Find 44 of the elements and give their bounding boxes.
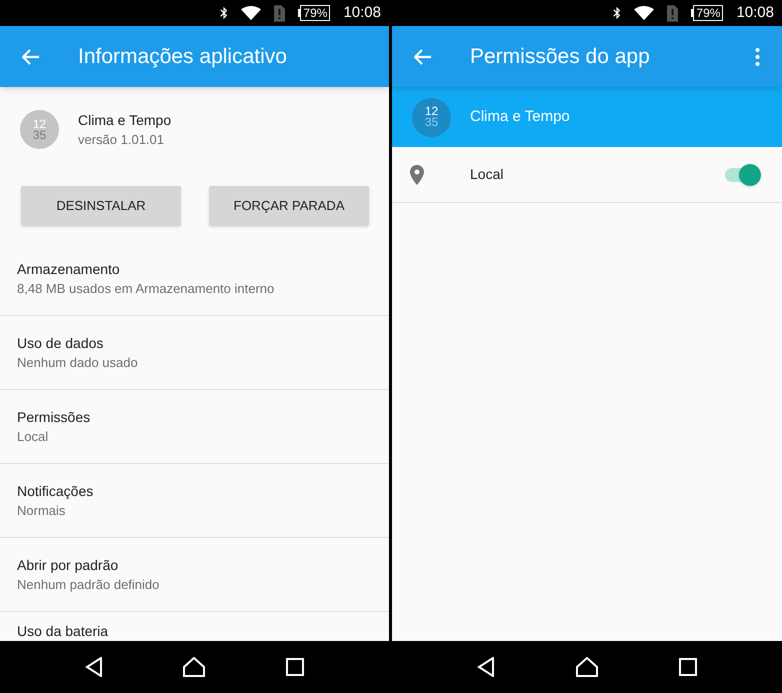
home-icon[interactable] (183, 657, 206, 677)
setting-subtitle: Local (17, 428, 48, 446)
setting-title[interactable]: Uso da bateria (17, 622, 108, 641)
setting-title[interactable]: Permissões (17, 408, 90, 426)
app-icon: 12 35 (412, 98, 451, 136)
wifi-icon (241, 6, 262, 20)
app-version: versão 1.01.01 (78, 130, 166, 148)
sim-card-icon (667, 4, 678, 22)
battery-tip-icon (691, 9, 694, 17)
permission-switch[interactable] (725, 164, 761, 186)
app-icon: 12 35 (20, 110, 59, 149)
battery-tip-icon (298, 9, 300, 17)
more-options-icon[interactable] (755, 48, 760, 66)
action-button[interactable]: DESINSTALAR (21, 186, 181, 226)
screen-title: Informações aplicativo (78, 44, 288, 70)
back-icon[interactable] (477, 657, 496, 677)
back-arrow-icon[interactable] (22, 48, 40, 64)
battery-level: 79% (300, 5, 330, 21)
back-arrow-icon[interactable] (414, 48, 432, 64)
back-icon[interactable] (85, 657, 104, 677)
screen-title: Permissões do app (470, 44, 651, 70)
clock: 10:08 (736, 2, 774, 23)
battery-level: 79% (693, 5, 724, 21)
clock: 10:08 (343, 2, 381, 23)
setting-title[interactable]: Notificações (17, 482, 94, 500)
action-button[interactable]: FORÇAR PARADA (209, 186, 369, 226)
setting-subtitle: Normais (17, 502, 66, 520)
bluetooth-icon (613, 6, 622, 20)
bluetooth-icon (220, 6, 228, 20)
setting-subtitle: Nenhum padrão definido (17, 576, 160, 594)
app-name: Clima e Tempo (78, 110, 172, 130)
location-pin-icon (410, 164, 424, 184)
sim-card-icon (274, 4, 286, 22)
setting-title[interactable]: Armazenamento (17, 260, 120, 278)
wifi-icon (634, 6, 654, 20)
permission-label: Local (470, 165, 504, 184)
setting-title[interactable]: Abrir por padrão (17, 556, 118, 574)
setting-title[interactable]: Uso de dados (17, 334, 104, 352)
recents-icon[interactable] (286, 658, 304, 676)
recents-icon[interactable] (678, 658, 697, 676)
app-name: Clima e Tempo (470, 106, 570, 127)
home-icon[interactable] (576, 657, 598, 677)
setting-subtitle: 8,48 MB usados em Armazenamento interno (17, 280, 274, 298)
setting-subtitle: Nenhum dado usado (17, 354, 138, 372)
